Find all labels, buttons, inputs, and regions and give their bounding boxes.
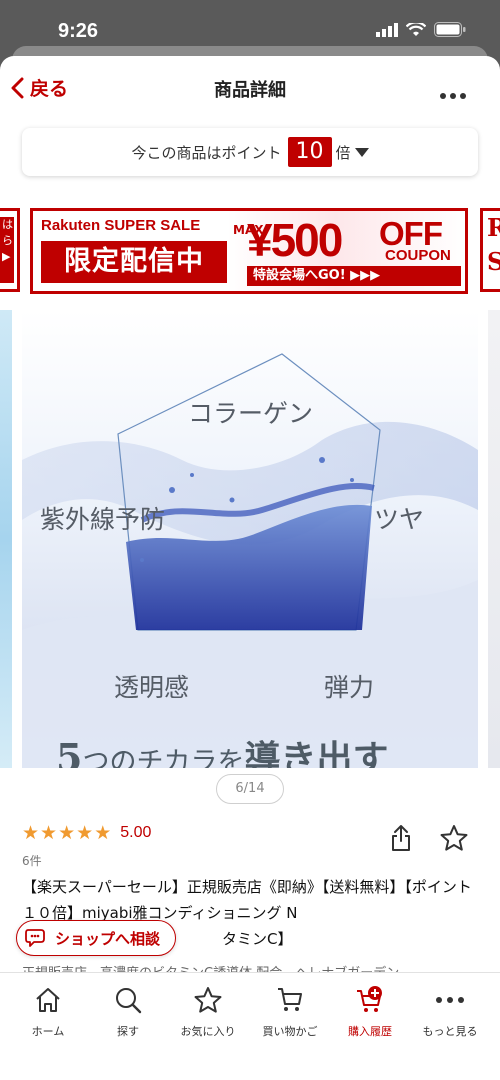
ellipsis-icon	[440, 93, 466, 99]
status-bar: 9:26	[0, 0, 500, 52]
bottom-tab-bar: ホーム 探す お気に入り 買い物かご 購入履歴 もっと見る	[0, 972, 500, 1080]
more-icon	[436, 997, 464, 1003]
carousel-prev-image[interactable]	[0, 310, 12, 768]
points-prefix: 今この商品はポイント	[131, 143, 282, 162]
tab-search[interactable]: 探す	[86, 983, 170, 1039]
label-clarity: 透明感	[114, 673, 190, 702]
caret-down-icon	[354, 147, 369, 157]
favorite-button[interactable]	[440, 824, 468, 856]
banner-go-button: 特設会場へGO! ▶▶▶	[247, 266, 461, 286]
star-outline-icon	[440, 825, 468, 851]
label-gloss: ツヤ	[374, 505, 425, 534]
image-page-indicator: 6/14	[216, 774, 284, 804]
tab-label: 買い物かご	[262, 1025, 318, 1038]
star-icon: ★	[22, 822, 40, 844]
wifi-icon	[406, 22, 426, 36]
status-time: 9:26	[58, 20, 99, 42]
product-detail-sheet: 戻る 商品詳細 今この商品はポイント 10 倍 は ら ▶ Rakuten SU…	[0, 56, 500, 1080]
product-image[interactable]: コラーゲン 紫外線予防 ツヤ 透明感 弾力 5つのチカラを導き出す	[22, 310, 478, 768]
star-icon: ★	[76, 822, 94, 844]
chat-icon	[25, 929, 45, 947]
rating-value: 5.00	[120, 824, 152, 841]
points-suffix: 倍	[335, 143, 351, 162]
shop-consult-label: ショップへ相談	[55, 929, 161, 948]
label-elasticity: 弾力	[324, 673, 375, 702]
label-uv-protection: 紫外線予防	[40, 505, 166, 534]
tab-label: ホーム	[31, 1025, 65, 1038]
label-collagen: コラーゲン	[188, 399, 314, 428]
headline-middle: つのチカラを	[82, 747, 245, 768]
star-icon: ★	[94, 822, 112, 844]
super-sale-banner[interactable]: Rakuten SUPER SALE 限定配信中 MAX ¥500 OFF CO…	[30, 208, 468, 294]
product-title-text: 【楽天スーパーセール】正規販売店《即納》【送料無料】【ポイント１０倍】miyab…	[22, 878, 472, 922]
banner-prev-peek[interactable]: は ら ▶	[0, 208, 20, 292]
points-multiplier: 10	[287, 137, 332, 167]
tab-label: お気に入り	[180, 1025, 236, 1038]
tab-purchase-history[interactable]: 購入履歴	[328, 983, 412, 1039]
banner-max-label: MAX	[233, 223, 263, 237]
battery-icon	[434, 22, 466, 37]
carousel-next-image[interactable]	[488, 310, 500, 768]
headline-number: 5	[56, 735, 83, 768]
star-icon	[194, 987, 222, 1013]
image-headline: 5つのチカラを導き出す	[56, 730, 388, 768]
banner-sale-label: Rakuten SUPER SALE	[41, 217, 201, 234]
tab-favorites[interactable]: お気に入り	[166, 983, 250, 1039]
banner-limited-label: 限定配信中	[41, 241, 227, 283]
home-icon	[36, 988, 60, 1012]
more-options-button[interactable]	[440, 84, 466, 103]
share-icon	[392, 825, 410, 851]
search-icon	[116, 988, 142, 1014]
signal-icon	[376, 22, 398, 37]
review-count[interactable]: 6件	[22, 852, 42, 869]
headline-emphasis: 導き出す	[244, 738, 389, 768]
rating-row[interactable]: ★ ★ ★ ★ ★ 5.00	[22, 822, 151, 844]
purchase-history-icon	[357, 986, 382, 1012]
tab-label: 探す	[117, 1025, 139, 1038]
banner-prev-text: は ら ▶	[0, 217, 14, 283]
water-splash-graphic	[22, 353, 478, 768]
tab-label: もっと見る	[422, 1025, 478, 1038]
banner-coupon-label: COUPON	[385, 247, 451, 264]
nav-bar: 戻る 商品詳細	[0, 56, 500, 120]
tab-home[interactable]: ホーム	[6, 983, 90, 1039]
status-icons	[376, 22, 466, 37]
tab-label: 購入履歴	[348, 1025, 392, 1038]
share-button[interactable]	[390, 824, 412, 856]
page-title: 商品詳細	[214, 80, 286, 101]
star-icon: ★	[40, 822, 58, 844]
banner-amount: ¥500	[247, 214, 343, 266]
cart-icon	[278, 988, 302, 1011]
points-multiplier-bar[interactable]: 今この商品はポイント 10 倍	[22, 128, 478, 176]
tab-more[interactable]: もっと見る	[408, 983, 492, 1039]
star-icon: ★	[58, 822, 76, 844]
tab-cart[interactable]: 買い物かご	[248, 983, 332, 1039]
banner-next-peek[interactable]: R S	[480, 208, 500, 292]
shop-consult-button[interactable]: ショップへ相談	[16, 920, 176, 956]
